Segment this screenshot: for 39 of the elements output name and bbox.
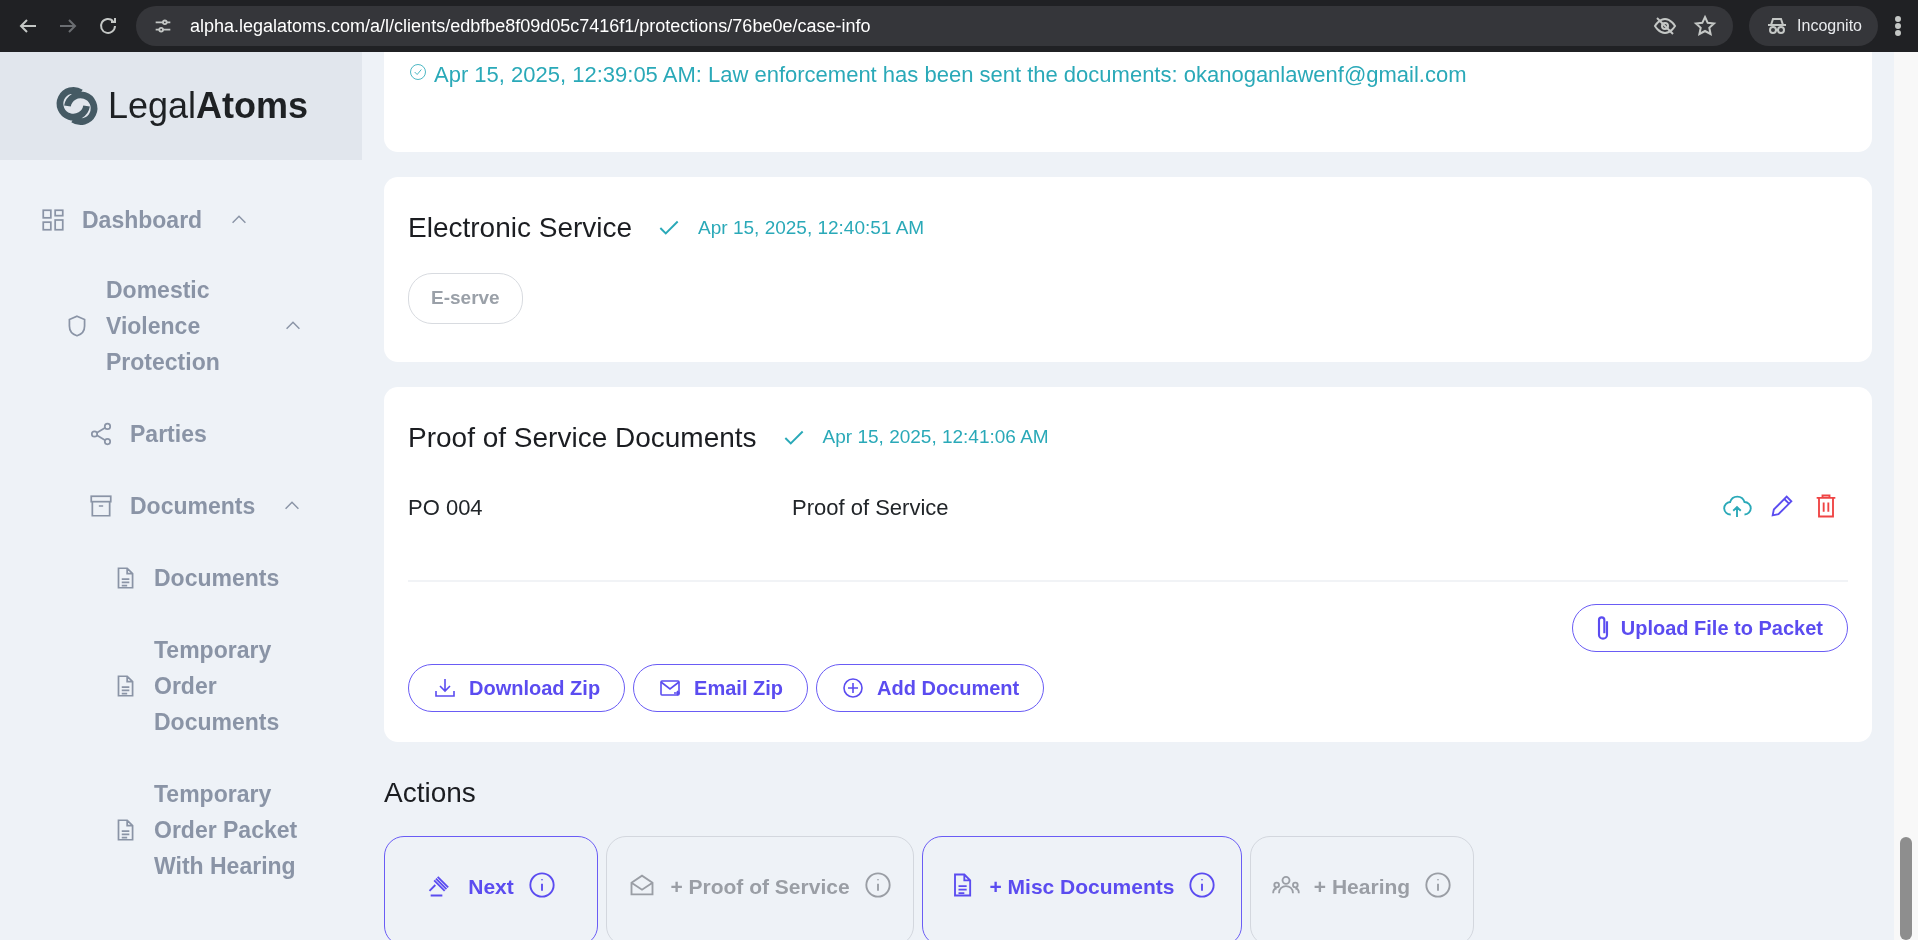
logo-text: LegalAtoms <box>107 84 309 128</box>
scrollbar[interactable] <box>1894 52 1918 940</box>
paperclip-icon <box>1596 615 1609 640</box>
sidebar-item[interactable]: Documents <box>0 488 362 524</box>
grid-icon <box>40 207 66 233</box>
archive-icon <box>88 493 114 519</box>
card-title: Electronic Service <box>408 211 633 245</box>
document-code: PO 004 <box>408 493 484 522</box>
address-bar[interactable]: alpha.legalatoms.com/a/l/clients/edbfbe8f09d05c7416f1/protections/76be0e/case-info <box>136 6 1734 46</box>
upload-button[interactable]: Upload File to Packet <box>1571 603 1848 652</box>
logo[interactable]: LegalAtoms <box>0 52 362 160</box>
url-text: alpha.legalatoms.com/a/l/clients/edbfbe8f09d05c7416f1/protections/76be0e/case-info <box>190 14 872 38</box>
document-name: Proof of Service <box>792 493 950 522</box>
section-title: Actions <box>384 775 477 810</box>
share-icon <box>88 421 114 447</box>
scrollbar-thumb[interactable] <box>1900 837 1912 940</box>
sidebar-item[interactable]: Domestic Violence Protection <box>0 272 362 380</box>
sidebar-item[interactable]: Dashboard <box>0 202 362 238</box>
menu-icon[interactable] <box>1894 14 1902 38</box>
info-icon[interactable] <box>527 870 556 899</box>
check-circle-icon <box>408 62 428 82</box>
info-icon[interactable] <box>1188 870 1217 899</box>
sidebar-item[interactable]: Temporary Order Documents <box>0 632 362 740</box>
card-title: Proof of Service Documents <box>408 420 757 455</box>
timestamp: Apr 15, 2025, 12:41:06 AM <box>822 425 1049 450</box>
action-card[interactable]: Next <box>384 835 598 940</box>
action-button[interactable]: Download Zip <box>408 663 626 712</box>
sidebar-item[interactable]: Temporary Order Packet With Hearing <box>0 776 362 884</box>
log-message: Apr 15, 2025, 12:39:05 AM: Law enforcement has been sent the documents: okanoganlawenf@gmail.com <box>434 61 1467 89</box>
star-icon[interactable] <box>1693 14 1718 38</box>
timestamp: Apr 15, 2025, 12:40:51 AM <box>698 215 925 240</box>
action-button[interactable]: Email Zip <box>633 663 808 712</box>
tag: E-serve <box>408 273 523 324</box>
plus-circle-icon <box>841 675 865 700</box>
action-card[interactable]: + Misc Documents <box>922 835 1242 940</box>
sidebar-item[interactable]: Parties <box>0 416 362 452</box>
action-button[interactable]: Add Document <box>816 663 1045 712</box>
sidebar-item[interactable]: Documents <box>0 560 362 596</box>
profile-button[interactable]: Incognito <box>1749 6 1878 46</box>
